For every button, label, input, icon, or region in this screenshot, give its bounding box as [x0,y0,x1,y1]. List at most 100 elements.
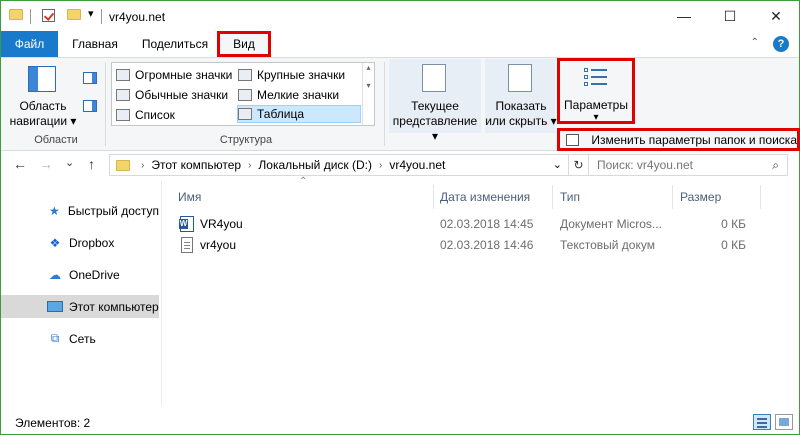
preview-pane-icon[interactable] [83,72,97,84]
nav-item-label: Dropbox [69,235,115,250]
details-icon [238,108,252,120]
search-box[interactable]: ⌕ [588,154,788,176]
nav-item-dropbox[interactable]: ❖ Dropbox [1,231,159,254]
collapse-ribbon-button[interactable]: ⌃ [751,37,759,48]
breadcrumb-separator: › [378,159,383,171]
tab-file[interactable]: Файл [1,31,58,57]
group-divider [384,62,385,146]
breadcrumb-separator: › [248,159,252,171]
show-hide-label-line2: или скрыть ▾ [485,114,557,128]
layout-list[interactable]: Список [116,106,175,124]
tab-view[interactable]: Вид [217,31,271,57]
layout-gallery-scroll[interactable]: ▴ ▾ [362,63,374,125]
file-list: ⌃ Имя Дата изменения Тип Размер VR4you 0… [162,176,772,406]
show-hide-icon [508,64,532,92]
options-button[interactable]: Параметры ▾ [557,58,635,124]
navigation-pane-label-line2: навигации ▾ [9,114,77,128]
layout-medium-icons[interactable]: Обычные значки [116,86,228,104]
column-divider[interactable] [552,185,553,209]
current-view-label-line1: Текущее [411,99,459,113]
close-button[interactable]: ✕ [753,1,799,31]
explorer-window: ▾ vr4you.net — ☐ ✕ Файл Главная Поделить… [0,0,800,435]
layout-small-icons[interactable]: Мелкие значки [238,86,339,104]
title-bar: ▾ vr4you.net — ☐ ✕ [1,1,799,31]
layout-item-label: Огромные значки [135,68,233,82]
nav-item-onedrive[interactable]: ☁ OneDrive [1,263,159,286]
file-size: 0 КБ [721,238,746,252]
tab-home[interactable]: Главная [61,31,129,57]
address-row: ← → ⌄ ↑ › Этот компьютер › Локальный дис… [1,152,799,178]
current-view-button[interactable]: Текущее представление ▾ [389,99,481,144]
maximize-button[interactable]: ☐ [707,1,753,31]
file-name: vr4you [200,238,237,252]
layout-item-label: Таблица [257,107,305,121]
properties-icon[interactable] [42,9,55,22]
options-icon [583,67,609,91]
column-divider[interactable] [672,185,673,209]
recent-locations-button[interactable]: ⌄ [65,156,74,169]
customize-quick-access-dropdown[interactable]: ▾ [88,7,94,20]
folder-icon [116,159,130,171]
layout-large-icons[interactable]: Крупные значки [238,66,345,84]
column-divider[interactable] [760,185,761,209]
details-pane-icon[interactable] [83,100,97,112]
vertical-scrollbar[interactable] [783,181,799,406]
new-folder-icon[interactable] [67,9,81,20]
file-date: 02.03.2018 14:46 [440,238,534,252]
refresh-button[interactable]: ↻ [569,154,589,176]
small-icons-icon [238,89,252,101]
details-view-toggle-icon[interactable] [753,414,771,430]
options-dropdown-arrow: ▾ [593,112,599,123]
nav-item-this-pc[interactable]: Этот компьютер [1,295,159,318]
search-input[interactable] [597,158,767,172]
navigation-pane-icon [28,66,56,92]
change-folder-options-label: Изменить параметры папок и поиска [591,132,797,147]
status-bar: Элементов: 2 [1,408,799,435]
column-header-name[interactable]: Имя [178,185,433,209]
column-divider[interactable] [433,185,434,209]
large-icons-icon [238,69,252,81]
table-row[interactable]: vr4you 02.03.2018 14:46 Текстовый докум … [162,235,772,256]
computer-icon [47,300,63,314]
nav-item-quick-access[interactable]: ★ Быстрый доступ [1,199,159,222]
toolbar-divider [30,9,31,24]
change-folder-options-menu-item[interactable]: Изменить параметры папок и поиска [557,128,800,151]
navigation-pane-button[interactable]: Область навигации ▾ [5,99,81,129]
layout-details[interactable]: Таблица [237,105,361,123]
star-icon: ★ [49,203,60,218]
layout-item-label: Обычные значки [135,88,229,102]
navigation-pane: ★ Быстрый доступ ❖ Dropbox ☁ OneDrive Этот … [1,181,161,406]
layout-item-label: Крупные значки [257,68,346,82]
up-button[interactable]: ↑ [88,156,95,172]
forward-button[interactable]: → [39,156,53,172]
file-type: Документ Micros... [560,217,662,231]
help-button[interactable]: ? [773,36,789,52]
nav-item-label: OneDrive [69,267,120,282]
tab-share[interactable]: Поделиться [133,31,217,57]
file-name: VR4you [200,217,243,231]
column-header-date[interactable]: Дата изменения [440,185,552,209]
nav-item-label: Этот компьютер [69,299,159,314]
breadcrumb-current-folder[interactable]: vr4you.net [389,158,445,172]
folder-options-icon [566,133,580,146]
minimize-button[interactable]: — [661,1,707,31]
column-header-size[interactable]: Размер [680,185,760,209]
nav-item-network[interactable]: ⧉ Сеть [1,327,159,350]
address-dropdown-icon[interactable]: ⌄ [553,158,562,171]
column-header-type[interactable]: Тип [560,185,672,209]
table-row[interactable]: VR4you 02.03.2018 14:45 Документ Micros.… [162,214,772,235]
breadcrumb-this-pc[interactable]: Этот компьютер [151,158,241,172]
group-divider [105,62,106,146]
show-hide-button[interactable]: Показать или скрыть ▾ [485,99,557,129]
breadcrumb-local-disk[interactable]: Локальный диск (D:) [258,158,372,172]
item-count: Элементов: 2 [15,416,91,430]
layout-extra-large-icons[interactable]: Огромные значки [116,66,232,84]
large-icons-view-toggle-icon[interactable] [775,414,793,430]
address-bar[interactable]: › Этот компьютер › Локальный диск (D:) ›… [109,154,569,176]
folder-app-icon [9,9,23,20]
nav-item-label: Сеть [69,331,96,346]
ribbon-tabs: Файл Главная Поделиться Вид ⌃ ? [1,31,799,57]
back-button[interactable]: ← [13,156,27,172]
layout-item-label: Мелкие значки [257,88,340,102]
dropbox-icon: ❖ [49,235,61,250]
